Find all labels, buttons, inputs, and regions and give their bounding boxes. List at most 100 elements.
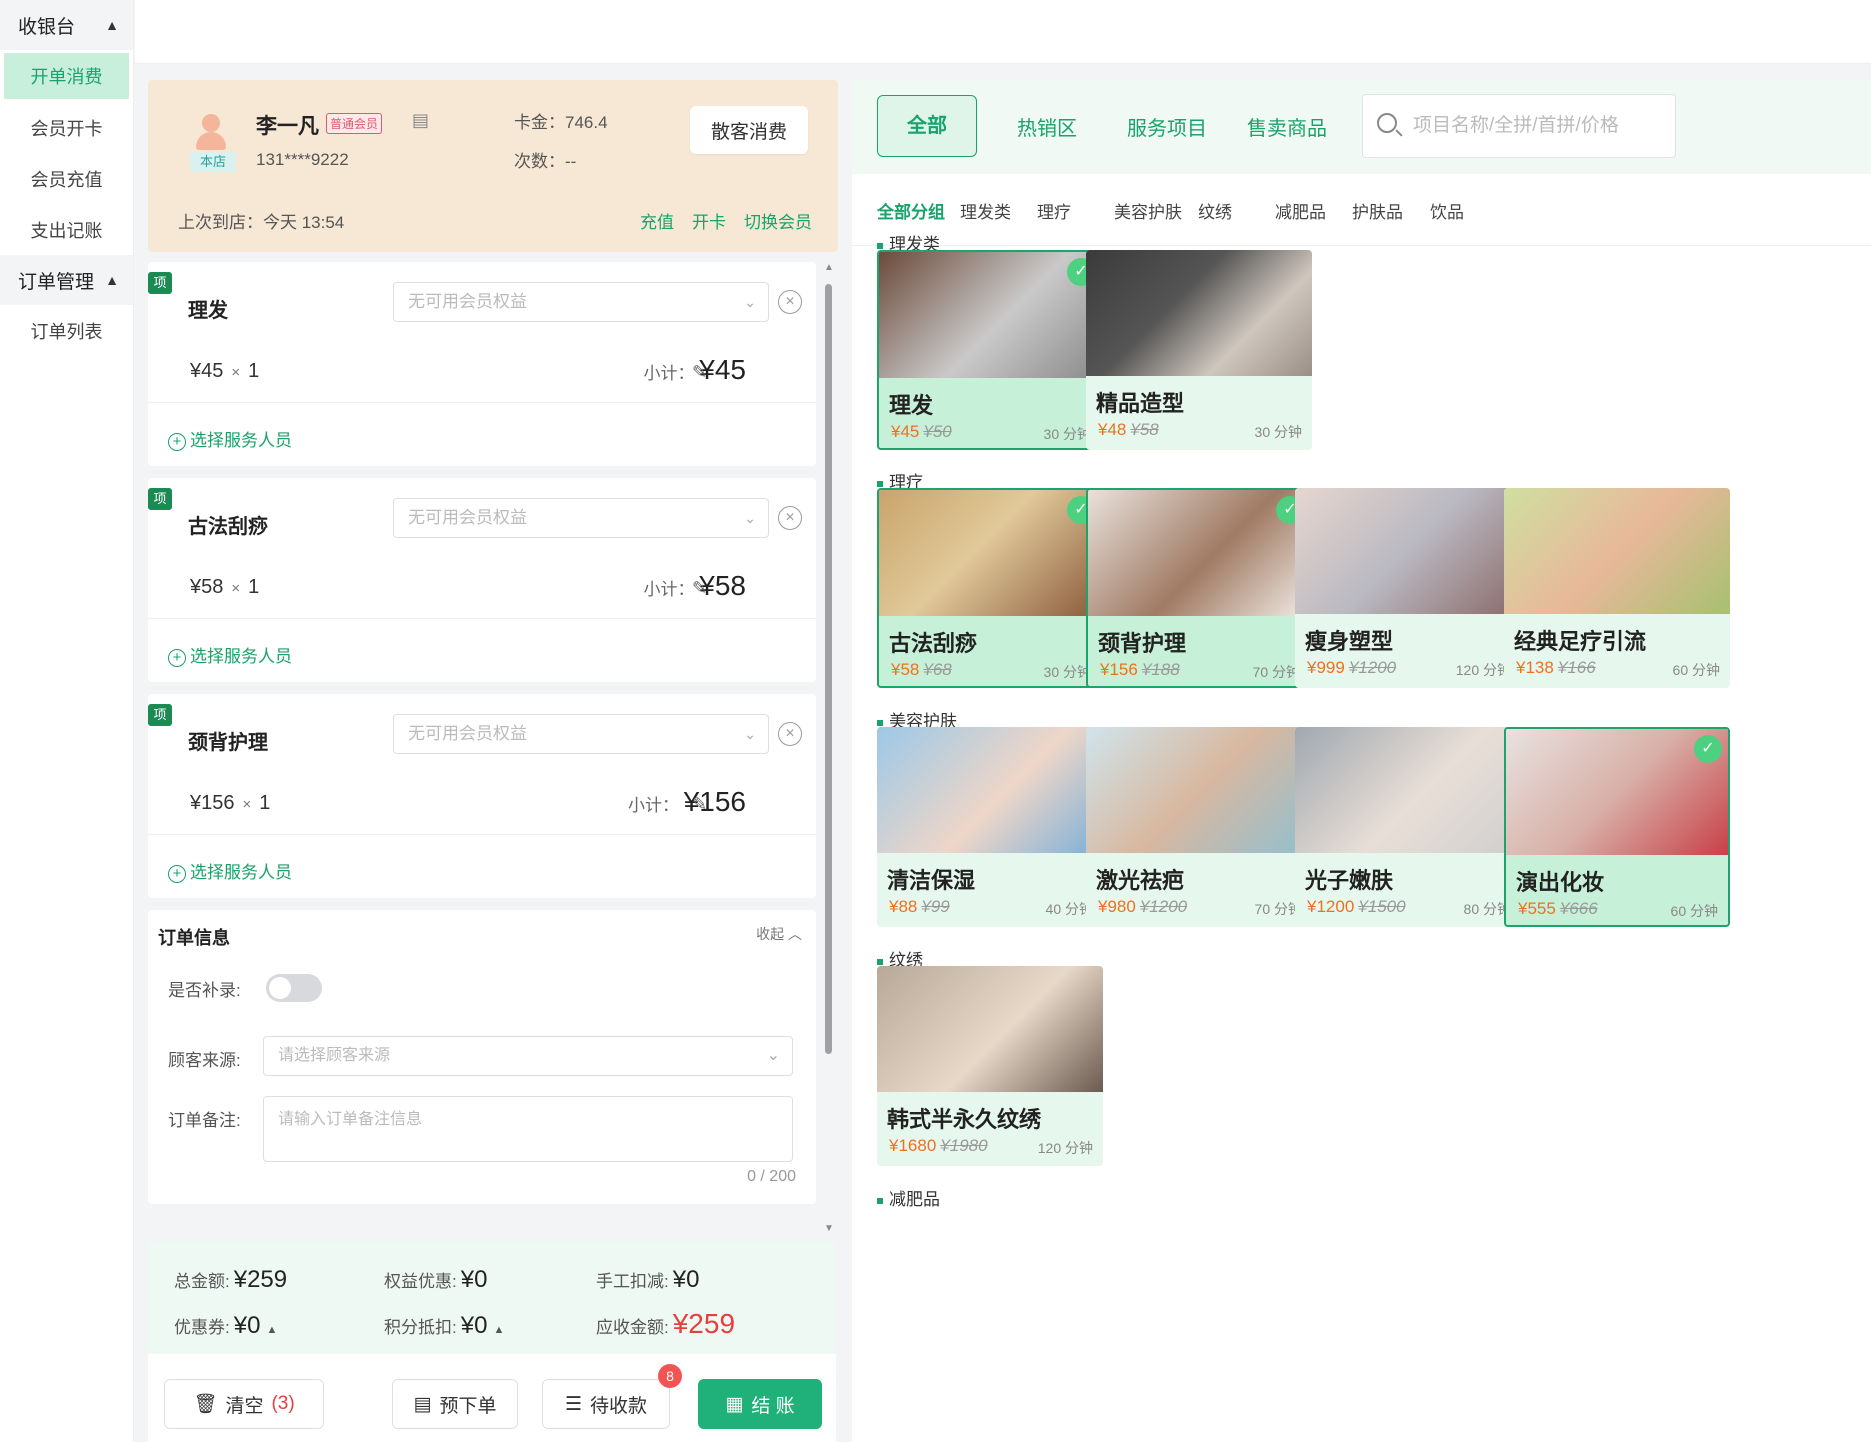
benefit-placeholder: 无可用会员权益	[408, 724, 527, 743]
service-duration: 120 分钟	[1037, 1140, 1093, 1156]
member-benefit-select[interactable]: 无可用会员权益 ⌄	[393, 498, 769, 538]
service-card[interactable]: 激光祛疤 ¥980 ¥1200 70 分钟	[1086, 727, 1312, 927]
amount-due: 应收金额: ¥259	[596, 1308, 736, 1339]
service-title: 古法刮痧	[889, 631, 978, 656]
service-card[interactable]: ✓ 理发 ¥45 ¥50 30 分钟	[877, 250, 1103, 450]
edit-price-icon[interactable]: ✎	[692, 578, 707, 599]
service-duration: 30 分钟	[1043, 664, 1091, 680]
service-card[interactable]: 光子嫩肤 ¥1200 ¥1500 80 分钟	[1295, 727, 1521, 927]
sidebar-item-expense[interactable]: 支出记账	[0, 204, 133, 255]
remove-item-icon[interactable]: ×	[778, 722, 802, 746]
sidebar-group-cashier[interactable]: 收银台 ▲	[0, 0, 133, 50]
category-2[interactable]: 理疗	[1037, 198, 1071, 223]
edit-price-icon[interactable]: ✎	[692, 794, 707, 815]
select-staff-button[interactable]: + 选择服务人员	[168, 642, 292, 667]
chevron-down-icon: ⌄	[744, 726, 756, 742]
service-card[interactable]: ✓ 颈背护理 ¥156 ¥188 70 分钟	[1086, 488, 1312, 688]
coupon-amount[interactable]: 优惠券: ¥0 ▲	[174, 1312, 277, 1340]
item-name: 颈背护理	[188, 732, 268, 754]
preorder-button[interactable]: ▤ 预下单	[392, 1379, 518, 1429]
check-icon: ✓	[1694, 735, 1722, 763]
category-7[interactable]: 饮品	[1430, 198, 1464, 223]
category-5[interactable]: 减肥品	[1275, 198, 1326, 223]
note-label: 订单备注:	[168, 1111, 241, 1130]
remove-item-icon[interactable]: ×	[778, 506, 802, 530]
service-card[interactable]: 清洁保湿 ¥88 ¥99 40 分钟	[877, 727, 1103, 927]
service-card[interactable]: 瘦身塑型 ¥999 ¥1200 120 分钟	[1295, 488, 1521, 688]
member-name: 李一凡	[256, 115, 319, 138]
member-benefit-select[interactable]: 无可用会员权益 ⌄	[393, 714, 769, 754]
service-price: ¥980 ¥1200	[1098, 897, 1188, 916]
service-title: 经典足疗引流	[1514, 629, 1647, 654]
member-benefit-select[interactable]: 无可用会员权益 ⌄	[393, 282, 769, 322]
service-card[interactable]: 精品造型 ¥48 ¥58 30 分钟	[1086, 250, 1312, 450]
order-note-textarea[interactable]: 请输入订单备注信息	[263, 1096, 793, 1162]
plus-icon: +	[168, 649, 186, 667]
select-staff-button[interactable]: + 选择服务人员	[168, 858, 292, 883]
service-duration: 60 分钟	[1670, 903, 1718, 919]
original-price: ¥1200	[1139, 897, 1188, 916]
category-3[interactable]: 美容护肤	[1114, 198, 1182, 223]
clear-button[interactable]: 🗑 清空 (3)	[164, 1379, 324, 1429]
edit-price-icon[interactable]: ✎	[692, 362, 707, 383]
cart-scrollbar[interactable]: ▲ ▼	[822, 262, 836, 1234]
scroll-down-icon[interactable]: ▼	[824, 1223, 834, 1234]
remove-item-icon[interactable]: ×	[778, 290, 802, 314]
tab-services[interactable]: 服务项目	[1127, 112, 1207, 141]
checkout-button[interactable]: ▦ 结 账	[698, 1379, 822, 1429]
sidebar: 收银台 ▲ 开单消费 会员开卡 会员充值 支出记账 订单管理 ▲ 订单列表	[0, 0, 134, 1442]
tab-products[interactable]: 售卖商品	[1247, 112, 1327, 141]
service-card[interactable]: 韩式半永久纹绣 ¥1680 ¥1980 120 分钟	[877, 966, 1103, 1166]
plus-icon: +	[168, 433, 186, 451]
category-4[interactable]: 纹绣	[1198, 198, 1232, 223]
service-image	[1086, 727, 1312, 853]
service-title: 精品造型	[1096, 391, 1185, 416]
select-staff-button[interactable]: + 选择服务人员	[168, 426, 292, 451]
supplement-toggle[interactable]	[266, 974, 322, 1002]
category-0[interactable]: 全部分组	[877, 198, 945, 223]
category-6[interactable]: 护肤品	[1352, 198, 1403, 223]
original-price: ¥99	[921, 897, 950, 916]
sidebar-item-member-recharge[interactable]: 会员充值	[0, 153, 133, 204]
service-card[interactable]: 经典足疗引流 ¥138 ¥166 60 分钟	[1504, 488, 1730, 688]
sidebar-item-order-list[interactable]: 订单列表	[0, 305, 133, 356]
service-title: 光子嫩肤	[1305, 868, 1394, 893]
member-detail-icon[interactable]: ▤	[412, 110, 429, 131]
search-placeholder: 项目名称/全拼/首拼/价格	[1413, 115, 1619, 136]
customer-source-select[interactable]: 请选择顾客来源 ⌄	[263, 1036, 793, 1076]
collapse-button[interactable]: 收起 ︿	[756, 924, 802, 944]
source-label: 顾客来源:	[168, 1051, 241, 1070]
sidebar-group-orders[interactable]: 订单管理 ▲	[0, 255, 133, 305]
search-icon	[1377, 113, 1397, 133]
tab-hot[interactable]: 热销区	[1017, 112, 1077, 141]
scroll-up-icon[interactable]: ▲	[824, 262, 834, 273]
recharge-link[interactable]: 充值	[640, 208, 674, 233]
sidebar-item-open-order[interactable]: 开单消费	[4, 53, 129, 99]
pending-payment-button[interactable]: ☰ 待收款	[542, 1379, 670, 1429]
service-duration: 120 分钟	[1455, 662, 1511, 678]
last-visit: 上次到店：今天 13:54	[178, 213, 345, 232]
service-card[interactable]: ✓ 古法刮痧 ¥58 ¥68 30 分钟	[877, 488, 1103, 688]
sidebar-item-member-card[interactable]: 会员开卡	[0, 102, 133, 153]
tab-all[interactable]: 全部	[877, 95, 977, 157]
card-times: 次数：--	[514, 152, 577, 171]
note-char-count: 0 / 200	[747, 1168, 796, 1185]
service-title: 清洁保湿	[887, 868, 976, 893]
category-1[interactable]: 理发类	[960, 198, 1011, 223]
guest-consume-button[interactable]: 散客消费	[690, 106, 808, 154]
service-duration: 30 分钟	[1043, 426, 1091, 442]
search-input[interactable]: 项目名称/全拼/首拼/价格	[1362, 94, 1676, 158]
scrollbar-thumb[interactable]	[825, 284, 832, 1054]
chevron-up-icon: ▲	[105, 272, 119, 288]
order-info-panel: 订单信息 收起 ︿ 是否补录: 顾客来源: 请选择顾客来源 ⌄ 订单备注: 请输入…	[148, 910, 816, 1204]
service-price: ¥48 ¥58	[1098, 420, 1159, 439]
service-title: 韩式半永久纹绣	[887, 1107, 1042, 1132]
chevron-down-icon: ⌄	[744, 294, 756, 310]
service-card[interactable]: ✓ 演出化妆 ¥555 ¥666 60 分钟	[1504, 727, 1730, 927]
cart-item: 项 颈背护理 无可用会员权益 ⌄ × ¥156 × 1 小计： ¥156 ✎ + 选择服…	[148, 694, 816, 898]
item-type-tag: 项	[148, 488, 172, 510]
benefit-placeholder: 无可用会员权益	[408, 292, 527, 311]
points-deduction[interactable]: 积分抵扣: ¥0 ▲	[384, 1312, 504, 1340]
switch-member-link[interactable]: 切换会员	[744, 208, 812, 233]
open-card-link[interactable]: 开卡	[692, 208, 726, 233]
